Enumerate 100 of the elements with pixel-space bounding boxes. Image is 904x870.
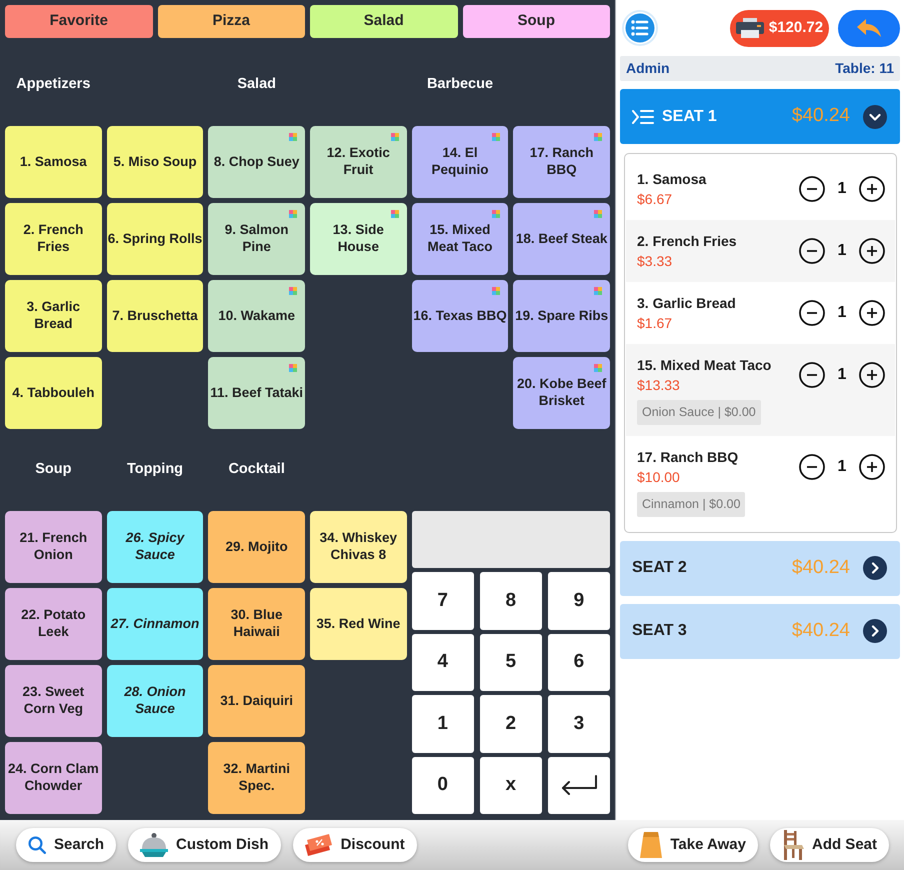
color-grid-icon	[492, 133, 500, 141]
color-grid-icon	[594, 210, 602, 218]
coupon-icon	[304, 833, 333, 857]
menu-item-button[interactable]: 15. Mixed Meat Taco	[412, 203, 508, 275]
menu-item-button[interactable]: 6. Spring Rolls	[106, 203, 204, 275]
seat-header[interactable]: SEAT 2 $40.24	[620, 540, 900, 596]
enter-icon	[560, 775, 597, 796]
numpad-key[interactable]: 9	[548, 572, 610, 630]
plus-circle-icon[interactable]	[859, 362, 885, 388]
item-price: $13.33	[637, 376, 681, 395]
menu-item-button[interactable]: 14. El Pequinio	[412, 126, 508, 198]
menu-item-button[interactable]: 34. Whiskey Chivas 8	[310, 511, 407, 583]
minus-circle-icon[interactable]	[799, 362, 825, 388]
menu-item-button[interactable]: 26. Spicy Sauce	[106, 511, 204, 583]
order-item-row[interactable]: 2. French Fries $3.33 1	[626, 220, 895, 282]
menu-item-button[interactable]: 11. Beef Tataki	[208, 357, 305, 429]
numpad-key[interactable]: 8	[480, 572, 542, 630]
numpad-key[interactable]: 1	[412, 695, 474, 752]
numpad-display-field[interactable]	[412, 511, 610, 568]
plus-circle-icon[interactable]	[859, 176, 885, 202]
menu-item-button[interactable]: 28. Onion Sauce	[106, 665, 204, 737]
user-name-label: Admin	[626, 59, 670, 78]
menu-item-button[interactable]: 7. Bruschetta	[106, 280, 204, 352]
back-button[interactable]	[838, 10, 900, 46]
category-tab[interactable]: Favorite	[5, 5, 152, 38]
menu-item-button[interactable]: 5. Miso Soup	[106, 126, 204, 198]
menu-item-button[interactable]: 19. Spare Ribs	[513, 280, 610, 352]
color-grid-icon	[390, 133, 399, 141]
take-away-button[interactable]: Take Away	[628, 828, 758, 862]
numpad-key[interactable]: 5	[480, 634, 542, 691]
menu-item-button[interactable]: 2. French Fries	[5, 203, 102, 275]
seat-label: SEAT 2	[632, 558, 687, 578]
color-grid-icon	[492, 287, 500, 295]
color-grid-icon	[288, 287, 297, 295]
color-grid-icon	[594, 133, 602, 141]
seat-header[interactable]: SEAT 3 $40.24	[620, 604, 900, 658]
plus-circle-icon[interactable]	[859, 300, 885, 326]
chevron-down-icon[interactable]	[863, 104, 887, 128]
menu-item-button[interactable]: 30. Blue Haiwaii	[208, 588, 305, 660]
minus-circle-icon[interactable]	[799, 238, 825, 264]
order-item-row[interactable]: 15. Mixed Meat Taco $13.33 Onion Sauce | $0.00 1	[626, 344, 895, 436]
plus-circle-icon[interactable]	[859, 238, 885, 264]
numpad-key[interactable]: 0	[412, 756, 474, 814]
section-heading: Topping	[126, 460, 184, 480]
section-heading: Soup	[35, 460, 72, 480]
menu-item-button[interactable]: 4. Tabbouleh	[5, 357, 102, 429]
section-heading: Barbecue	[426, 75, 494, 94]
section-heading: Cocktail	[228, 460, 285, 480]
menu-item-button[interactable]: 10. Wakame	[208, 280, 305, 352]
menu-item-button[interactable]: 16. Texas BBQ	[412, 280, 508, 352]
numpad-key[interactable]: 3	[548, 695, 610, 752]
search-icon	[28, 836, 46, 854]
category-tab[interactable]: Pizza	[158, 5, 305, 38]
menu-item-button[interactable]: 8. Chop Suey	[208, 126, 305, 198]
discount-button[interactable]: Discount	[292, 828, 417, 862]
category-tab[interactable]: Salad	[310, 5, 458, 38]
chevron-right-icon[interactable]	[863, 619, 887, 643]
seat-total: $40.24	[792, 618, 850, 643]
item-price: $3.33	[637, 252, 674, 271]
item-quantity: 1	[836, 456, 848, 477]
numpad-key[interactable]: 4	[412, 634, 474, 691]
search-button[interactable]: Search	[16, 828, 116, 862]
menu-item-button[interactable]: 29. Mojito	[208, 511, 305, 583]
minus-circle-icon[interactable]	[799, 454, 825, 480]
menu-item-button[interactable]: 20. Kobe Beef Brisket	[513, 357, 610, 429]
color-grid-icon	[288, 364, 297, 372]
chevron-right-icon[interactable]	[863, 556, 887, 580]
custom-dish-button[interactable]: Custom Dish	[128, 828, 281, 862]
color-grid-icon	[594, 287, 602, 295]
numpad-key[interactable]: 2	[480, 695, 542, 752]
menu-item-button[interactable]: 22. Potato Leek	[5, 588, 102, 660]
menu-item-button[interactable]: 24. Corn Clam Chowder	[5, 742, 102, 814]
menu-item-button[interactable]: 35. Red Wine	[310, 588, 407, 660]
menu-item-button[interactable]: 3. Garlic Bread	[5, 280, 102, 352]
numpad-key[interactable]: x	[480, 756, 542, 814]
color-grid-icon	[492, 210, 500, 218]
add-seat-button[interactable]: Add Seat	[770, 828, 889, 862]
menu-item-button[interactable]: 21. French Onion	[5, 511, 102, 583]
minus-circle-icon[interactable]	[799, 300, 825, 326]
numpad-key[interactable]: 7	[412, 572, 474, 630]
menu-item-button[interactable]: 27. Cinnamon	[106, 588, 204, 660]
menu-item-button[interactable]: 13. Side House	[310, 203, 407, 275]
print-total-button[interactable]: $120.72	[730, 10, 829, 46]
minus-circle-icon[interactable]	[799, 176, 825, 202]
menu-icon[interactable]	[622, 10, 658, 46]
modifier-tag: Onion Sauce | $0.00	[637, 400, 761, 425]
numpad-key[interactable]: 6	[548, 634, 610, 691]
menu-item-button[interactable]: 31. Daiquiri	[208, 665, 305, 737]
enter-key[interactable]	[548, 756, 610, 814]
category-tab[interactable]: Soup	[462, 5, 610, 38]
menu-item-button[interactable]: 1. Samosa	[5, 126, 102, 198]
menu-item-button[interactable]: 32. Martini Spec.	[208, 742, 305, 814]
menu-item-button[interactable]: 17. Ranch BBQ	[513, 126, 610, 198]
menu-item-button[interactable]: 23. Sweet Corn Veg	[5, 665, 102, 737]
item-price: $6.67	[637, 190, 674, 209]
plus-circle-icon[interactable]	[859, 454, 885, 480]
item-price: $10.00	[637, 468, 681, 487]
menu-item-button[interactable]: 9. Salmon Pine	[208, 203, 305, 275]
menu-item-button[interactable]: 12. Exotic Fruit	[310, 126, 407, 198]
menu-item-button[interactable]: 18. Beef Steak	[513, 203, 610, 275]
